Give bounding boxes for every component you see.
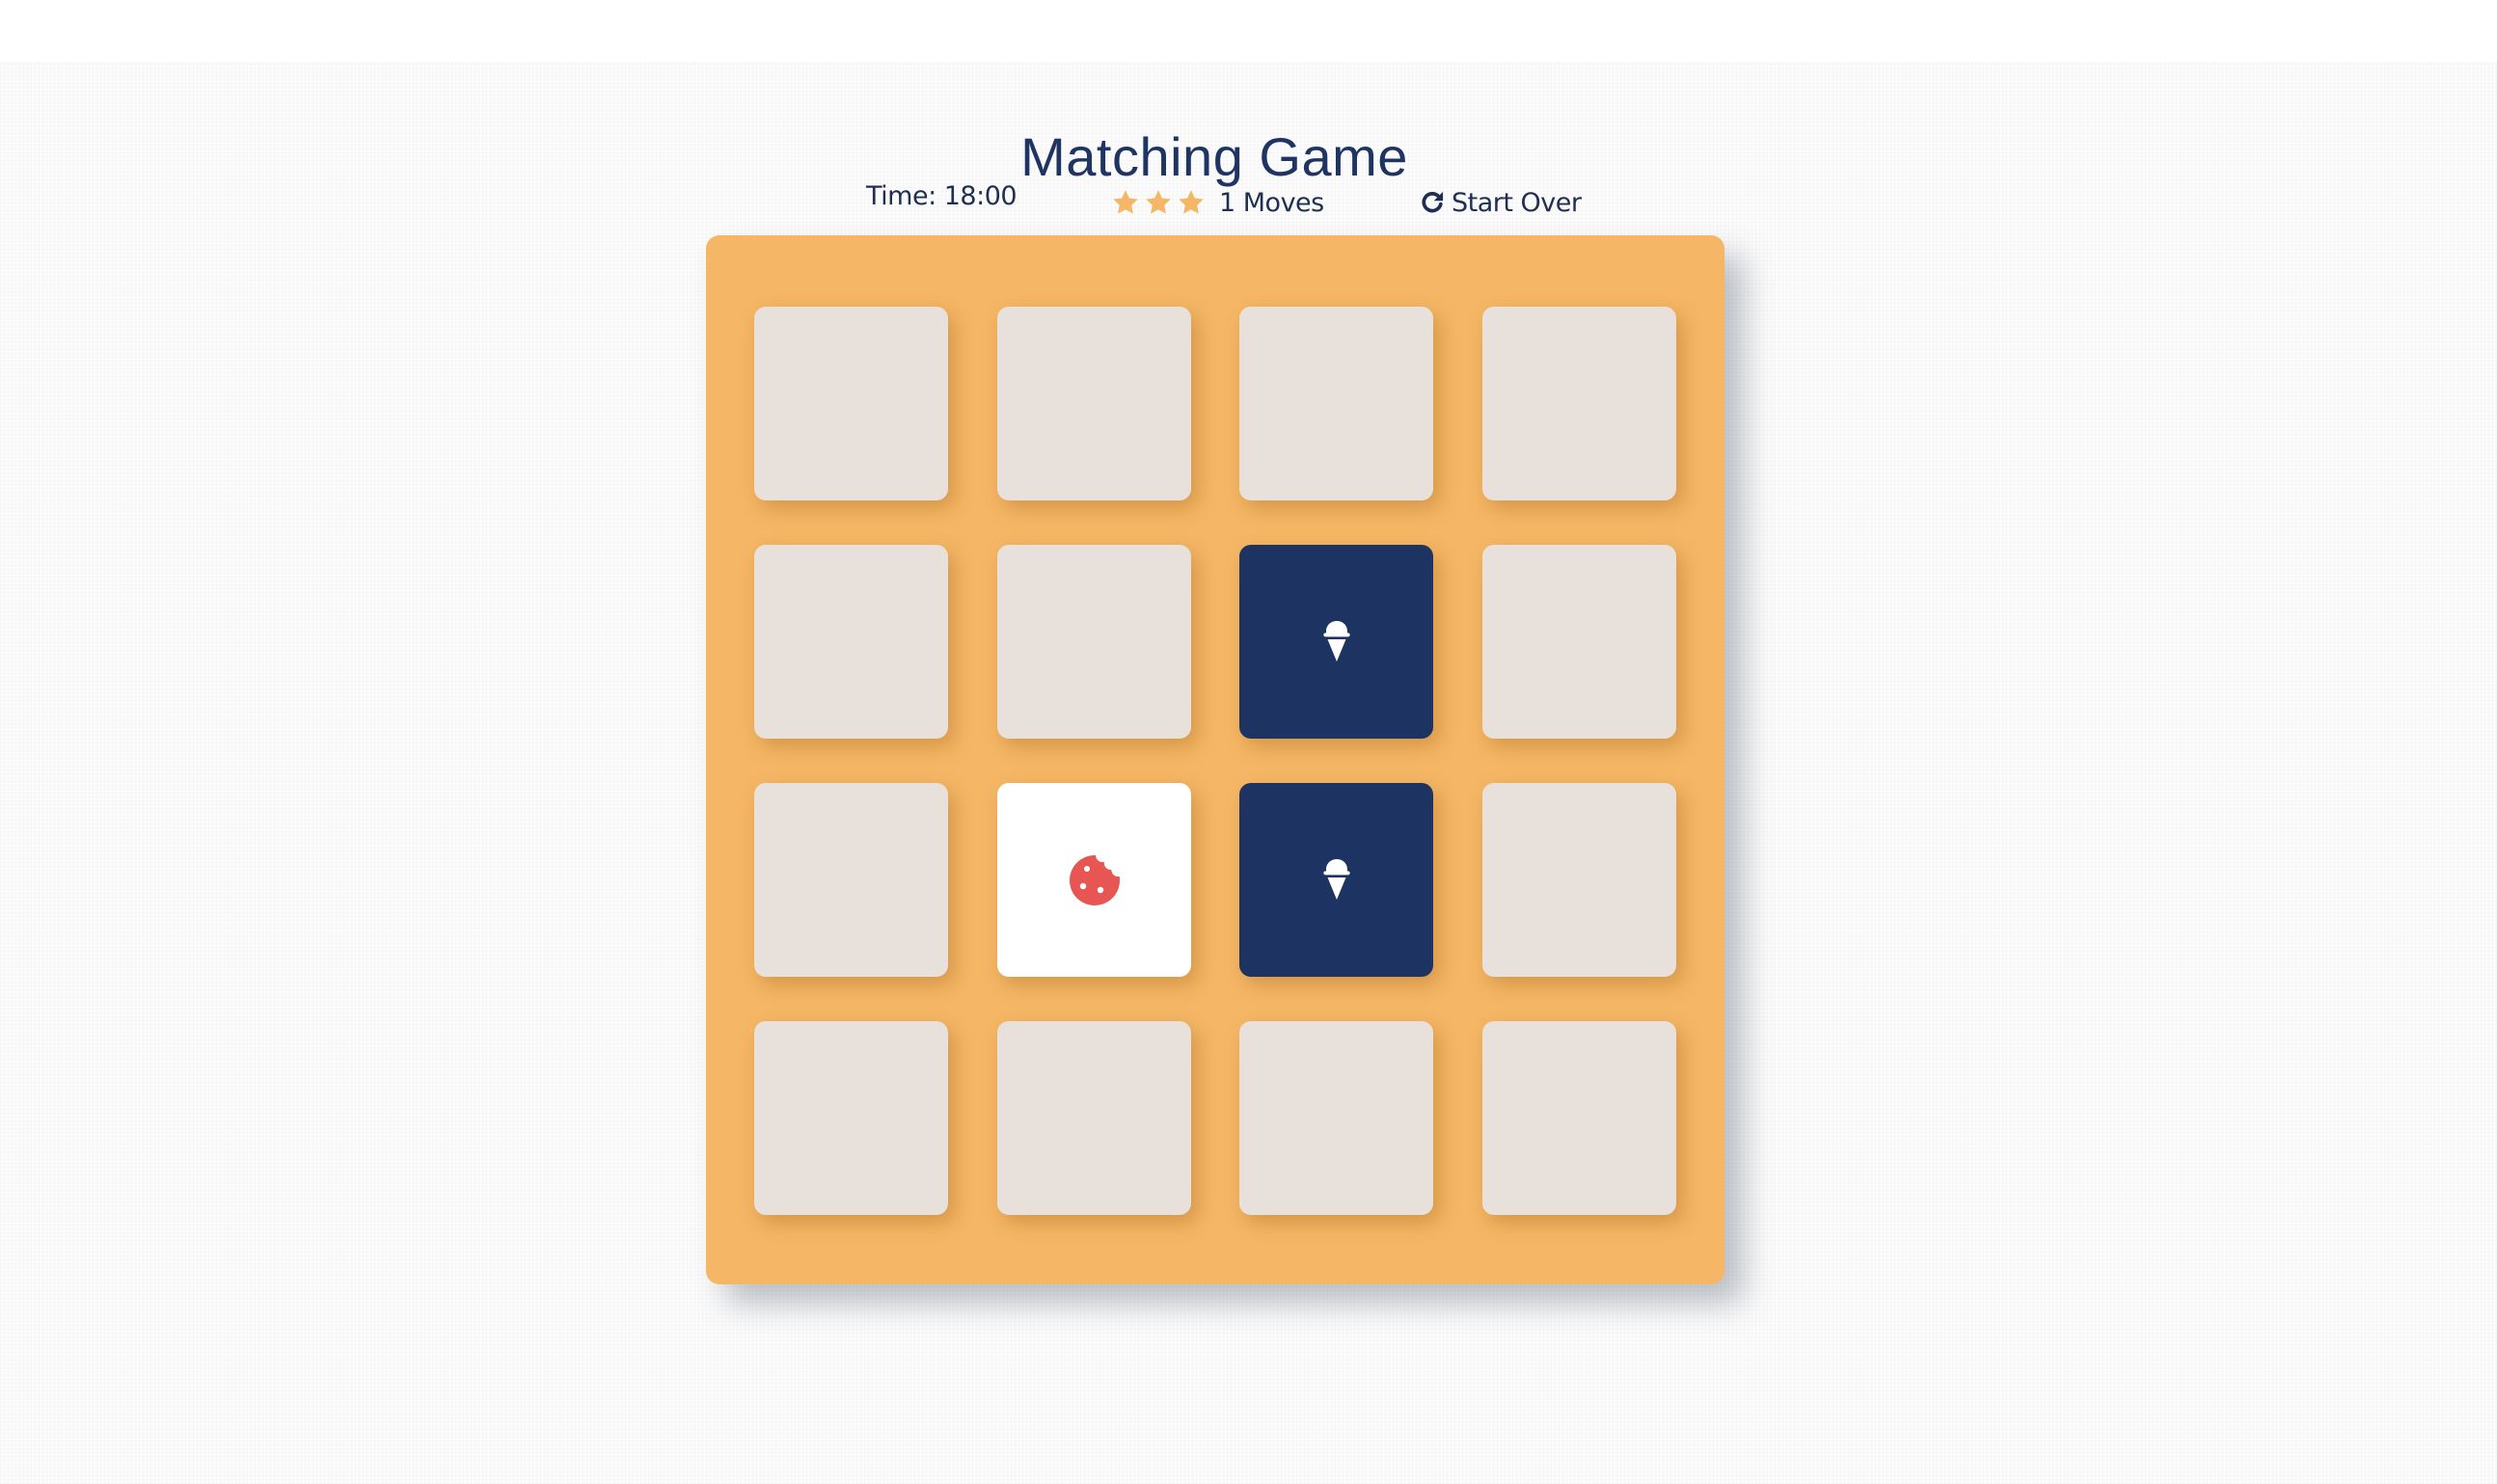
card-closed[interactable]: [1239, 307, 1433, 500]
moves-counter: 1 Moves: [1219, 187, 1324, 218]
card-closed[interactable]: [997, 545, 1191, 739]
ice-cream-icon: [1308, 613, 1366, 671]
card-open[interactable]: [1239, 545, 1433, 739]
card-closed[interactable]: [754, 783, 948, 977]
card-closed[interactable]: [754, 1021, 948, 1215]
card-closed[interactable]: [754, 307, 948, 500]
card-closed[interactable]: [1482, 307, 1676, 500]
redo-icon: [1419, 189, 1452, 216]
card-closed[interactable]: [1482, 1021, 1676, 1215]
restart-label: Start Over: [1452, 187, 1582, 218]
star-rating: [1111, 188, 1206, 217]
timer-text: Time: 18:00: [866, 181, 1018, 211]
ice-cream-icon: [1308, 851, 1366, 909]
star-icon: [1111, 188, 1140, 217]
restart-button[interactable]: Start Over: [1419, 181, 1582, 224]
card-closed[interactable]: [754, 545, 948, 739]
card-deck: [706, 235, 1724, 1284]
card-closed[interactable]: [997, 1021, 1191, 1215]
card-closed[interactable]: [1482, 783, 1676, 977]
card-closed[interactable]: [1239, 1021, 1433, 1215]
card-closed[interactable]: [997, 307, 1191, 500]
score-panel: 1 Moves: [1111, 181, 1324, 224]
card-closed[interactable]: [1482, 545, 1676, 739]
card-open[interactable]: [1239, 783, 1433, 977]
page-title: Matching Game: [1020, 125, 1408, 187]
star-icon: [1144, 188, 1173, 217]
star-icon: [1177, 188, 1206, 217]
card-show[interactable]: [997, 783, 1191, 977]
timer: Time: 18:00: [866, 181, 1018, 224]
cookie-icon: [1066, 851, 1124, 909]
